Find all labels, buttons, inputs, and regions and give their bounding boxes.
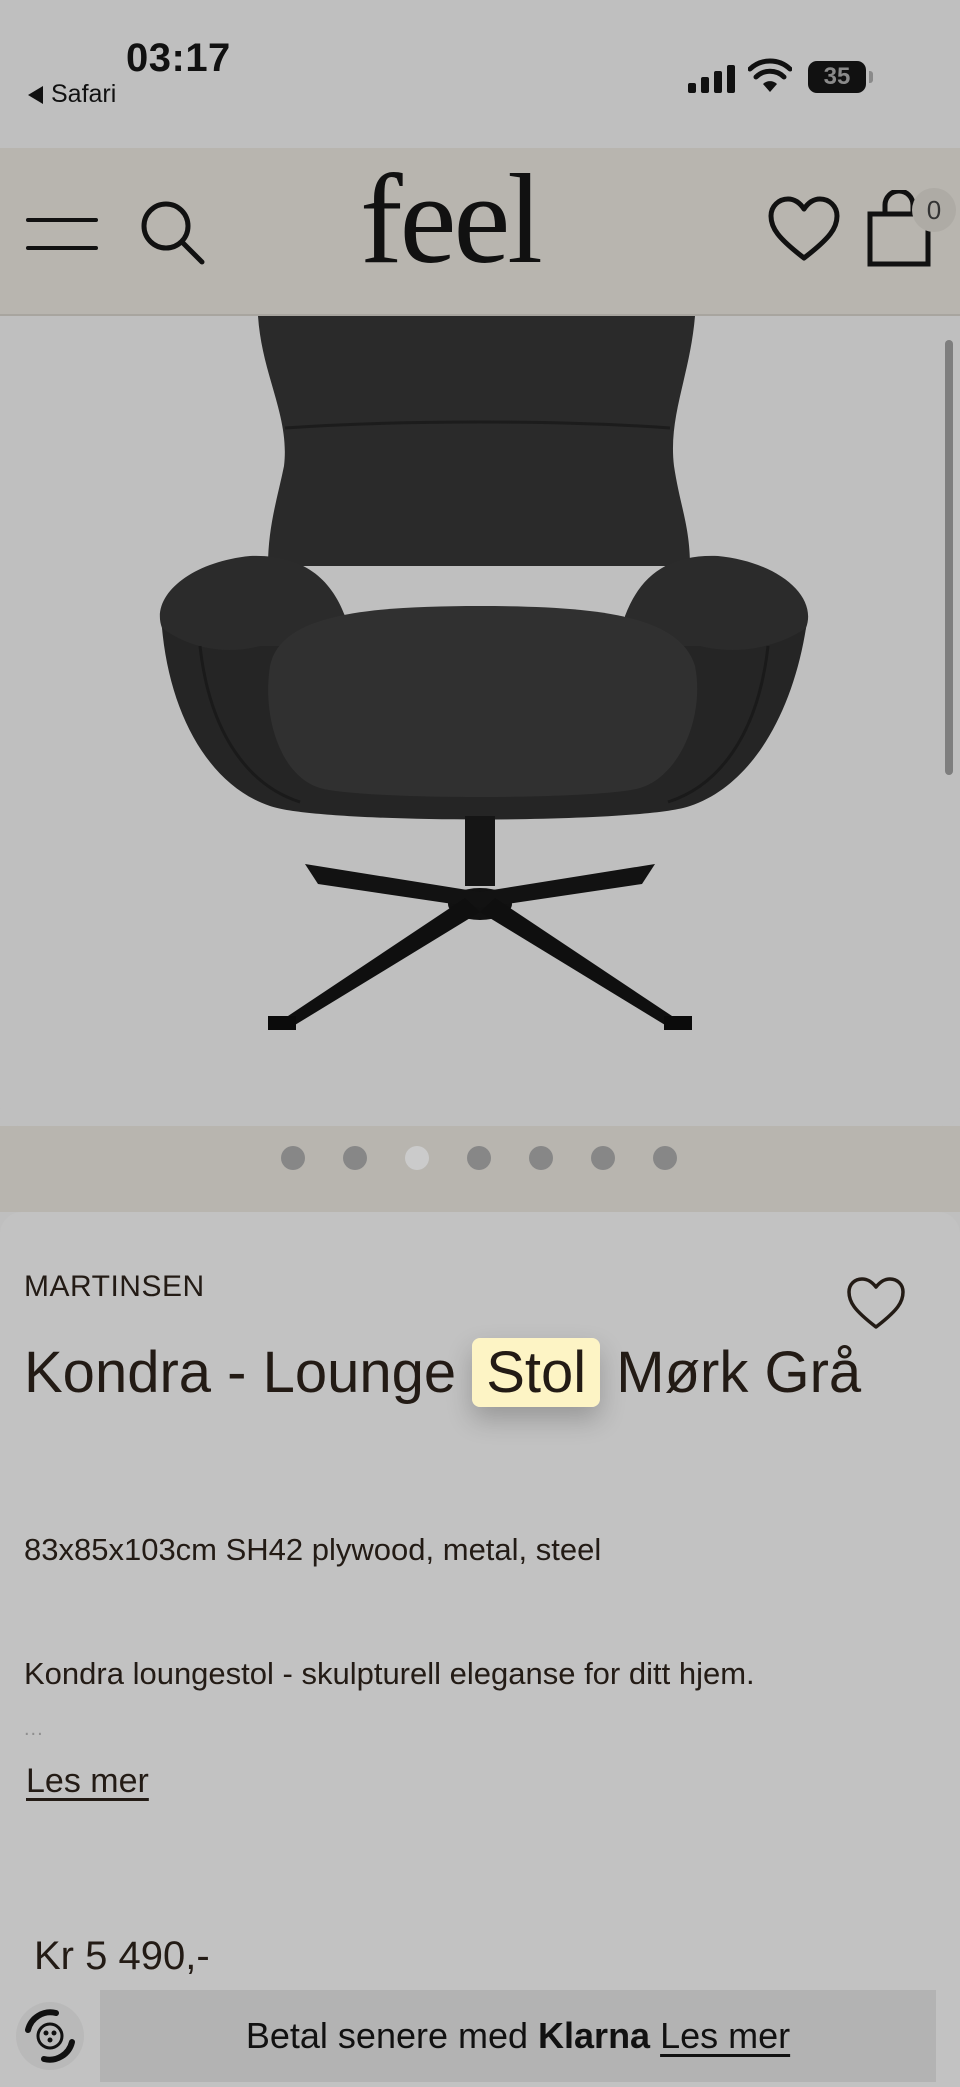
search-icon[interactable]: [136, 196, 208, 268]
site-logo[interactable]: feel: [360, 155, 560, 283]
gallery-dot-5[interactable]: [529, 1146, 553, 1170]
cellular-signal-icon: [688, 63, 735, 93]
product-image-lounge-chair: [159, 316, 809, 1030]
search-highlight: Stol: [472, 1338, 601, 1407]
klarna-brand: Klarna: [538, 2015, 651, 2056]
back-app-label: Safari: [51, 80, 117, 108]
status-time: 03:17: [126, 36, 231, 80]
gallery-dot-1[interactable]: [281, 1146, 305, 1170]
gallery-dot-4[interactable]: [467, 1146, 491, 1170]
product-title: Kondra - Lounge Stol Mørk Grå: [24, 1336, 904, 1410]
product-brand[interactable]: MARTINSEN: [24, 1270, 205, 1304]
product-image-gallery[interactable]: [0, 316, 960, 1126]
title-part-2: Mørk Grå: [600, 1340, 862, 1405]
add-to-wishlist-heart-icon[interactable]: [846, 1276, 906, 1332]
gallery-dot-7[interactable]: [653, 1146, 677, 1170]
wifi-icon: [748, 58, 792, 92]
battery-icon: 35: [808, 61, 873, 93]
cart-count-badge: 0: [912, 188, 956, 232]
description-ellipsis: ...: [24, 1718, 44, 1740]
gallery-dot-6[interactable]: [591, 1146, 615, 1170]
read-more-link[interactable]: Les mer: [26, 1762, 149, 1801]
product-price: Kr 5 490,-: [34, 1934, 210, 1978]
hamburger-menu-icon[interactable]: [26, 218, 98, 252]
klarna-read-more-link[interactable]: Les mer: [660, 2015, 790, 2057]
product-dimensions: 83x85x103cm SH42 plywood, metal, steel: [24, 1532, 602, 1567]
support-widget-icon[interactable]: [14, 2000, 86, 2072]
gallery-dot-3[interactable]: [405, 1146, 429, 1170]
back-to-app-link[interactable]: Safari: [28, 80, 116, 109]
back-arrow-icon: [28, 85, 43, 104]
gallery-dot-2[interactable]: [343, 1146, 367, 1170]
title-part-1: Kondra - Lounge: [24, 1340, 473, 1405]
klarna-banner: Betal senere med Klarna Les mer: [100, 1990, 936, 2082]
wishlist-heart-icon[interactable]: [768, 196, 840, 264]
page-scrollbar[interactable]: [945, 340, 953, 775]
klarna-prefix: Betal senere med: [245, 2015, 529, 2056]
product-description: Kondra loungestol - skulpturell eleganse…: [24, 1656, 755, 1691]
